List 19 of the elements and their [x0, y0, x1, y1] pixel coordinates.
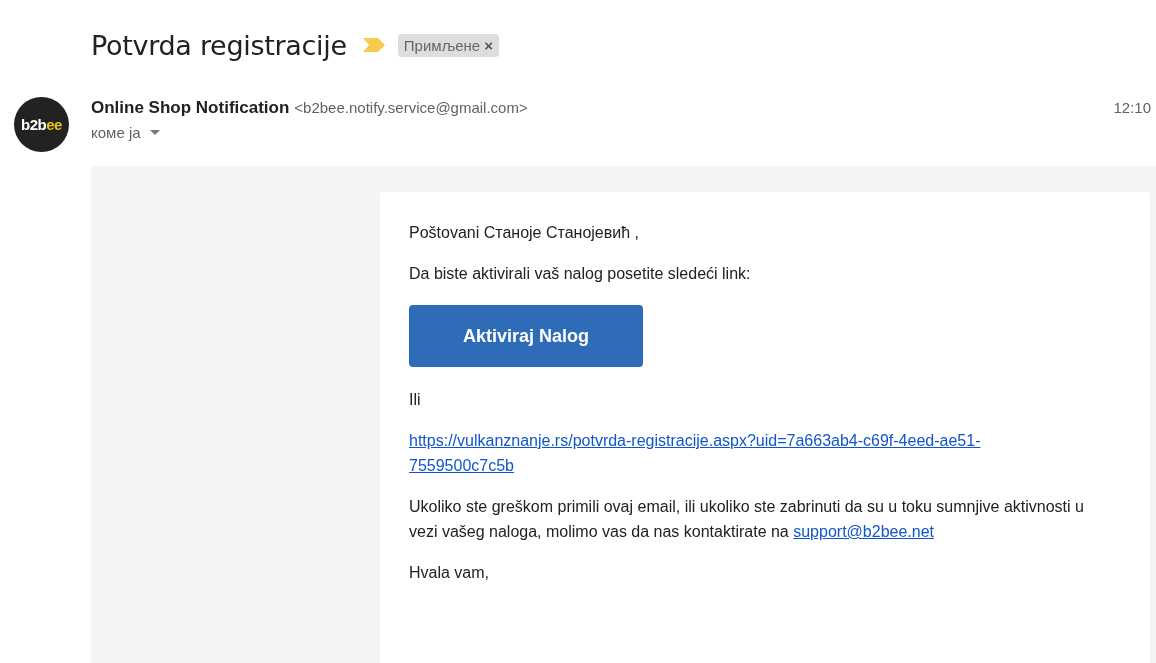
body-paragraph: Poštovani Станоје Станојевић , — [409, 223, 640, 243]
sender-email: <b2bee.notify.service@gmail.com> — [294, 99, 528, 116]
recipients-dropdown[interactable]: коме ја — [91, 124, 160, 141]
body-paragraph: Ili — [409, 390, 422, 410]
email-subject: Potvrda registracije — [91, 29, 347, 61]
email-time: 12:10 — [1113, 99, 1151, 116]
body-paragraph: Ukoliko ste greškom primili ovaj email, ili ukoliko ste zabrinuti da su u toku sumnjive aktivnosti u vezi vašeg naloga, molimo vas da nas kontaktirate na support@b2bee.net — [409, 497, 1085, 542]
inbox-label: Примљене × — [397, 33, 499, 57]
caret-icon — [149, 130, 160, 135]
support-email-link[interactable]: support@b2bee.net — [793, 523, 934, 540]
body-paragraph: Hvala vam, — [409, 563, 491, 583]
activate-account-button[interactable]: Aktiviraj Nalog — [409, 305, 643, 367]
remove-label-button[interactable]: × — [480, 36, 493, 54]
sender-name: Online Shop Notification — [91, 98, 290, 118]
logo-text: b2b — [21, 116, 47, 133]
importance-marker-icon[interactable] — [362, 38, 385, 52]
activation-link[interactable]: https://vulkanznanje.rs/potvrda-registracije.aspx?uid=7a663ab4-c69f-4eed-ae51-7559500c7c5b — [409, 428, 1059, 478]
logo-text: ee — [46, 116, 62, 133]
body-paragraph: Da biste aktivirali vaš nalog posetite sledeći link: — [409, 264, 752, 284]
